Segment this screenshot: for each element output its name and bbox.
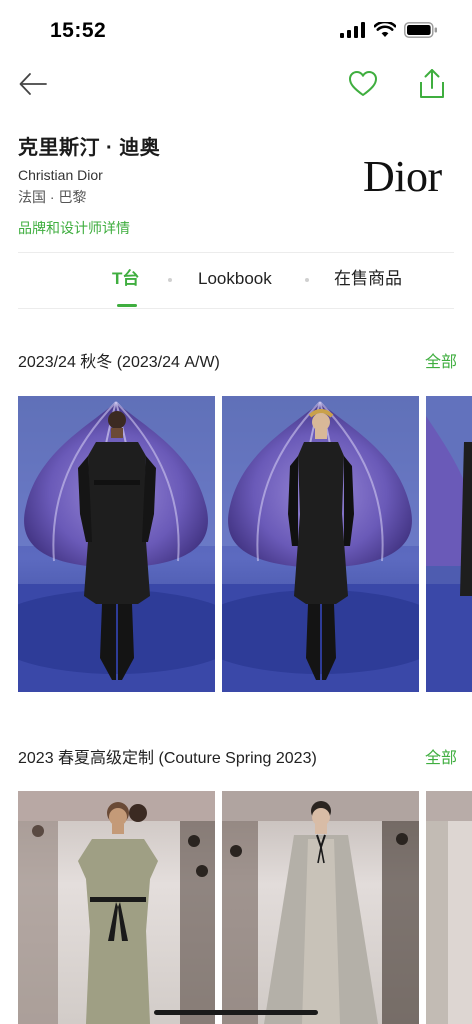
collection-title-fw-2023: 2023/24 秋冬 (2023/24 A/W) <box>18 354 220 371</box>
status-time: 15:52 <box>50 19 107 42</box>
brand-name-chinese: 克里斯汀 · 迪奥 <box>18 137 161 159</box>
runway-look-image <box>426 791 472 1024</box>
tab-runway[interactable]: T台 <box>112 268 139 290</box>
runway-look-photo[interactable] <box>18 396 215 692</box>
brand-location: 法国 · 巴黎 <box>18 189 87 205</box>
runway-look-image <box>18 396 215 692</box>
tab-separator-dot <box>305 278 309 282</box>
brand-name-english: Christian Dior <box>18 167 103 183</box>
runway-look-image <box>426 396 472 692</box>
brand-designer-details-link[interactable]: 品牌和设计师详情 <box>18 219 318 237</box>
share-icon[interactable] <box>418 67 446 99</box>
active-tab-indicator <box>117 304 137 307</box>
tab-lookbook[interactable]: Lookbook <box>198 268 272 290</box>
nav-bar <box>0 62 472 106</box>
runway-look-image <box>222 396 419 692</box>
collection-title-couture-spring-2023: 2023 春夏高级定制 (Couture Spring 2023) <box>18 750 317 767</box>
runway-look-photo[interactable] <box>426 791 472 1024</box>
favorite-heart-icon[interactable] <box>348 70 378 98</box>
divider <box>18 252 454 253</box>
wifi-icon <box>374 22 396 37</box>
divider <box>18 308 454 309</box>
brand-logo: Dior <box>363 152 442 201</box>
view-all-link[interactable]: 全部 <box>425 352 457 374</box>
cellular-signal-icon <box>340 22 365 38</box>
runway-look-photo[interactable] <box>222 791 419 1024</box>
back-arrow-icon[interactable] <box>18 70 48 98</box>
tab-separator-dot <box>168 278 172 282</box>
runway-look-photo[interactable] <box>426 396 472 692</box>
runway-look-image <box>222 791 419 1024</box>
status-bar: 15:52 <box>0 0 472 60</box>
view-all-link[interactable]: 全部 <box>425 748 457 770</box>
status-icons <box>340 22 438 38</box>
tab-on-sale-products[interactable]: 在售商品 <box>334 268 402 290</box>
tab-bar: T台 Lookbook 在售商品 <box>0 256 472 308</box>
battery-icon <box>404 22 437 38</box>
runway-look-photo[interactable] <box>222 396 419 692</box>
runway-look-photo[interactable] <box>18 791 215 1024</box>
brand-info: 克里斯汀 · 迪奥 Christian Dior 法国 · 巴黎 品牌和设计师详… <box>18 134 318 237</box>
home-indicator <box>154 1010 318 1015</box>
runway-look-image <box>18 791 215 1024</box>
